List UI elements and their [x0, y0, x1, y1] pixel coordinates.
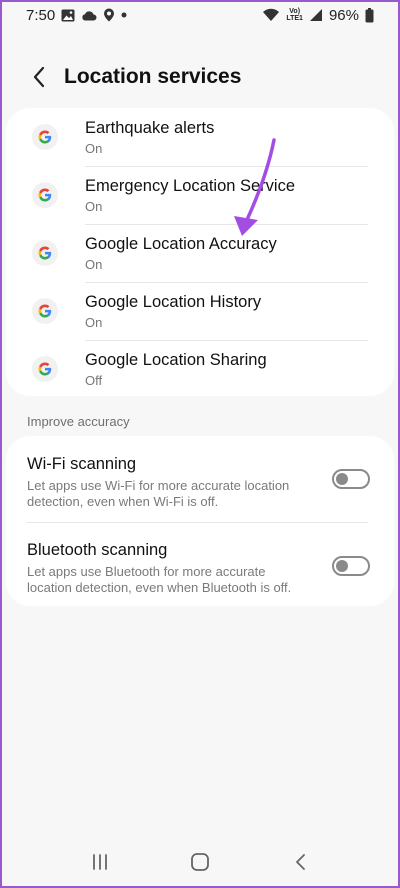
- status-right: Vo) LTE1 96%: [262, 7, 374, 24]
- lte-line-2: LTE1: [286, 15, 303, 22]
- app-row-earthquake-alerts[interactable]: Earthquake alerts On: [6, 108, 394, 166]
- app-status: On: [85, 315, 103, 330]
- toggle-knob: [336, 473, 348, 485]
- location-pin-icon: [103, 8, 115, 22]
- wifi-scanning-toggle[interactable]: [332, 469, 370, 489]
- status-left: 7:50: [26, 7, 127, 24]
- bluetooth-scanning-row[interactable]: Bluetooth scanning Let apps use Bluetoot…: [6, 523, 394, 606]
- annotation-arrow-icon: [234, 138, 276, 236]
- app-row-google-location-accuracy[interactable]: Google Location Accuracy On: [6, 224, 394, 282]
- home-button[interactable]: [180, 842, 220, 882]
- app-title: Earthquake alerts: [85, 119, 215, 137]
- toggle-description: Let apps use Wi-Fi for more accurate loc…: [27, 478, 290, 509]
- toggle-title: Bluetooth scanning: [27, 541, 168, 559]
- app-status: On: [85, 257, 103, 272]
- app-status: Off: [85, 373, 103, 388]
- app-row-emergency-location-service[interactable]: Emergency Location Service On: [6, 166, 394, 224]
- lte-indicator: Vo) LTE1: [286, 8, 303, 22]
- wifi-icon: [262, 8, 280, 22]
- back-icon: [296, 854, 305, 870]
- battery-icon: [365, 7, 374, 23]
- notification-dot-icon: [121, 12, 127, 18]
- location-apps-card: Earthquake alerts On Emergency Location …: [6, 108, 394, 396]
- gallery-icon: [61, 9, 75, 22]
- app-row-google-location-history[interactable]: Google Location History On: [6, 282, 394, 340]
- page-title: Location services: [64, 65, 242, 88]
- signal-icon: [309, 8, 323, 22]
- google-g-icon: [32, 240, 58, 266]
- home-icon: [191, 853, 209, 871]
- status-time: 7:50: [26, 6, 56, 24]
- google-g-icon: [32, 356, 58, 382]
- navigation-bar: [0, 836, 400, 888]
- bluetooth-scanning-toggle[interactable]: [332, 556, 370, 576]
- google-g-icon: [32, 124, 58, 150]
- toggle-knob: [336, 560, 348, 572]
- app-status: On: [85, 141, 103, 156]
- toggle-title: Wi-Fi scanning: [27, 455, 137, 473]
- recent-apps-icon: [93, 854, 107, 870]
- lte-line-1: Vo): [289, 8, 301, 15]
- improve-accuracy-card: Wi-Fi scanning Let apps use Wi-Fi for mo…: [6, 436, 394, 606]
- section-label-improve-accuracy: Improve accuracy: [27, 414, 130, 429]
- recent-apps-button[interactable]: [80, 842, 120, 882]
- app-title: Google Location Sharing: [85, 351, 267, 369]
- back-button[interactable]: [22, 60, 56, 94]
- back-nav-button[interactable]: [280, 842, 320, 882]
- cloud-icon: [81, 10, 97, 21]
- wifi-scanning-row[interactable]: Wi-Fi scanning Let apps use Wi-Fi for mo…: [6, 436, 394, 522]
- battery-percentage: 96%: [328, 6, 359, 24]
- status-bar: 7:50 Vo) LTE1 96%: [0, 0, 400, 30]
- app-row-google-location-sharing[interactable]: Google Location Sharing Off: [6, 340, 394, 398]
- toggle-description: Let apps use Bluetooth for more accurate…: [27, 564, 292, 595]
- page-header: Location services: [0, 60, 400, 94]
- app-title: Google Location History: [85, 293, 262, 311]
- google-g-icon: [32, 182, 58, 208]
- google-g-icon: [32, 298, 58, 324]
- chevron-left-icon: [33, 66, 45, 88]
